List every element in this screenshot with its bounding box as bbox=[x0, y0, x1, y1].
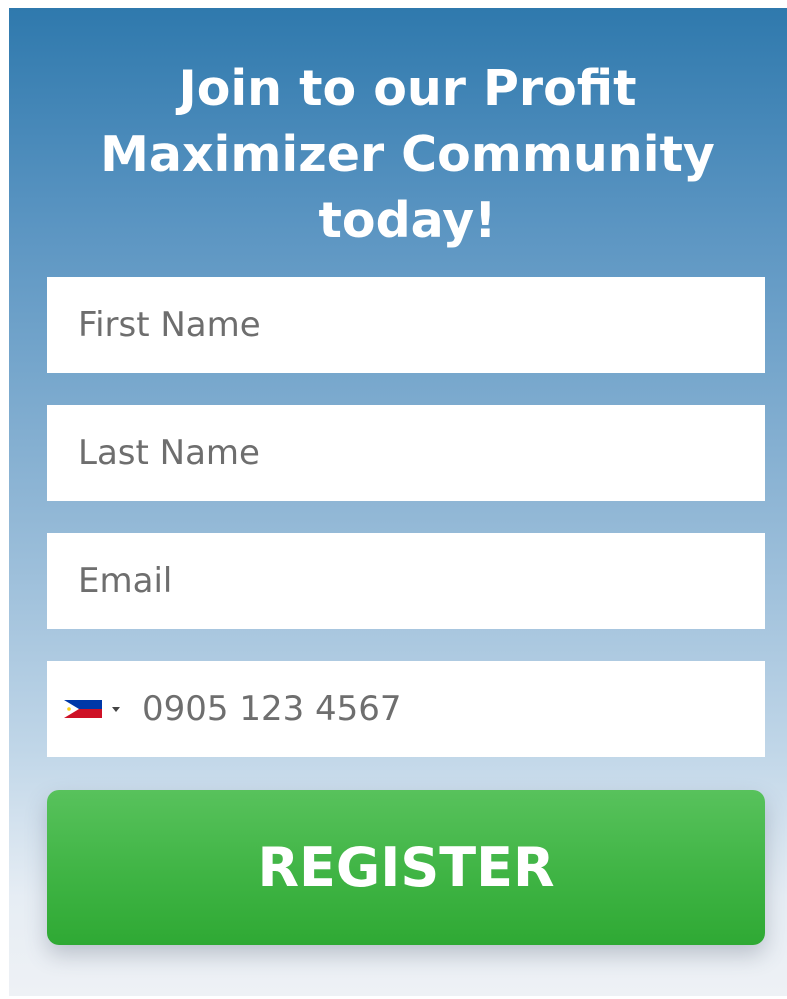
form-title-line-1: Join to our Profit bbox=[178, 60, 637, 117]
form-title-line-2: Maximizer Community bbox=[100, 126, 715, 183]
email-field bbox=[47, 533, 765, 629]
last-name-input[interactable] bbox=[47, 405, 765, 501]
first-name-field bbox=[47, 277, 765, 373]
phone-field bbox=[47, 661, 765, 757]
first-name-input[interactable] bbox=[47, 277, 765, 373]
chevron-down-icon bbox=[112, 706, 120, 712]
country-code-selector[interactable] bbox=[64, 661, 120, 757]
form-title: Join to our Profit Maximizer Community t… bbox=[9, 56, 787, 254]
last-name-field bbox=[47, 405, 765, 501]
form-title-line-3: today! bbox=[318, 192, 497, 249]
register-button[interactable]: REGISTER bbox=[47, 790, 765, 945]
email-input[interactable] bbox=[47, 533, 765, 629]
phone-input[interactable] bbox=[120, 661, 765, 757]
philippines-flag-icon bbox=[64, 700, 102, 718]
